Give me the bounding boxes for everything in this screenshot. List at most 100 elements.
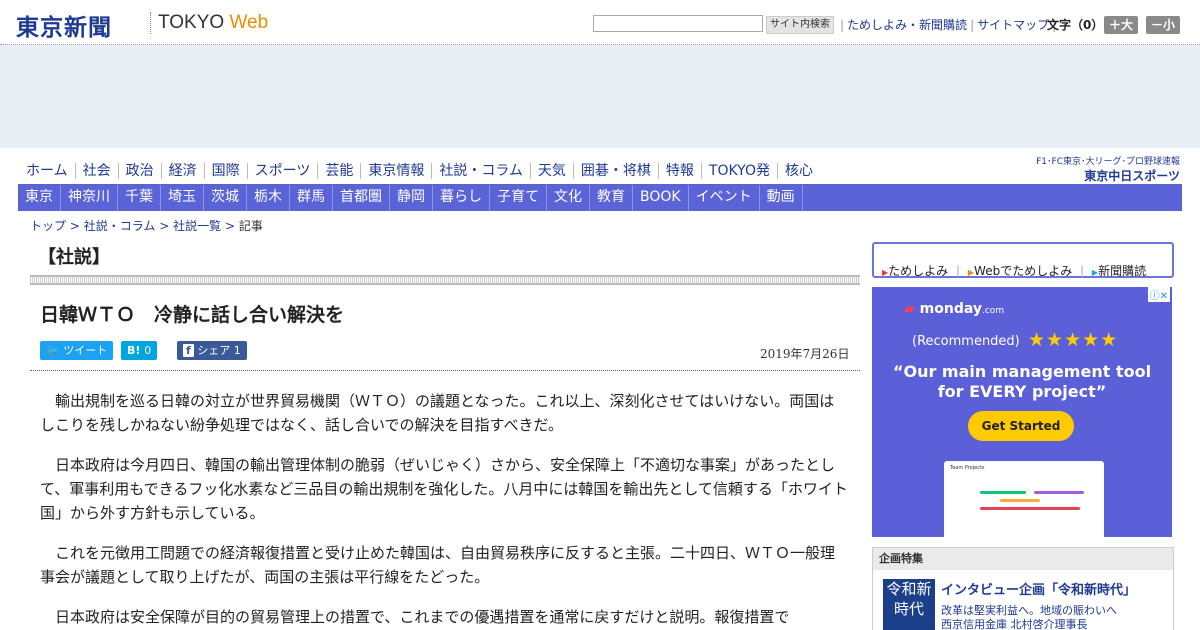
nav-item-shutoken[interactable]: 首都圏: [333, 185, 390, 211]
site-logo[interactable]: 東京新聞: [16, 8, 112, 42]
article-paragraph: 日本政府は安全保障が目的の貿易管理上の措置で、これまでの優遇措置を通常に戻すだけ…: [55, 608, 790, 626]
facebook-share-button[interactable]: f シェア 1: [177, 341, 247, 360]
newspaper-subscribe-link[interactable]: ▶新聞購読: [1092, 253, 1146, 279]
font-size-decrease-button[interactable]: －小: [1146, 16, 1181, 34]
article-paragraph: 日本政府は今月四日、韓国の輸出管理体制の脆弱（ぜいじゃく）さから、安全保障上「不…: [40, 456, 848, 522]
breadcrumb-editorial-list[interactable]: 社説一覧: [173, 219, 221, 233]
site-search-button[interactable]: サイト内検索: [766, 16, 834, 34]
trial-subscribe-link[interactable]: ためしよみ・新聞購読: [847, 18, 967, 32]
nav-item-gunma[interactable]: 群馬: [290, 185, 333, 211]
ad-brand-name: monday: [919, 301, 982, 317]
logo-web-text: Web: [229, 12, 269, 33]
facebook-share-count: 1: [233, 344, 241, 357]
ad-product-screenshot: Team Projects: [944, 461, 1104, 537]
breadcrumb-editorial-column[interactable]: 社説・コラム: [84, 219, 156, 233]
ad-brand-suffix: .com: [982, 306, 1005, 316]
nav-item-ibaraki[interactable]: 茨城: [204, 185, 247, 211]
tweet-button[interactable]: 🐦 ツイート: [40, 341, 114, 360]
site-header: 東京新聞 TOKYO Web サイト内検索 | ためしよみ・新聞購読 | サイトマップ…: [0, 0, 1200, 45]
logo-divider: [150, 12, 152, 34]
trial-read-link[interactable]: ▶ためしよみ: [882, 253, 948, 279]
nav-item-sports[interactable]: スポーツ: [246, 163, 318, 179]
primary-nav: ホーム 社会 政治 経済 国際 スポーツ 芸能 東京情報 社説・コラム 天気 囲碁・将棋 特報 TOKY…: [18, 160, 1018, 180]
special-feature-box: 企画特集 令和新時代 インタビュー企画「令和新時代」 改革は堅実利益へ。地域の賑…: [872, 547, 1174, 630]
special-feature-title[interactable]: インタビュー企画「令和新時代」: [941, 579, 1136, 598]
nav-item-living[interactable]: 暮らし: [433, 185, 490, 211]
nav-item-event[interactable]: イベント: [689, 185, 760, 211]
ad-get-started-button[interactable]: Get Started: [968, 411, 1074, 441]
nav-item-international[interactable]: 国際: [203, 163, 247, 179]
ad-brand-logo: ▰ monday.com: [904, 301, 1004, 317]
ad-quote: “Our main management tool for EVERY proj…: [892, 362, 1152, 401]
breadcrumb-separator: >: [159, 219, 170, 233]
article-body: 輸出規制を巡る日韓の対立が世界貿易機関（ＷＴＯ）の議題となった。これ以上、深刻化…: [40, 389, 848, 630]
font-size-label: 文字（0）: [1047, 18, 1104, 32]
nav-item-go-shogi[interactable]: 囲碁・将棋: [572, 163, 658, 179]
sitemap-link[interactable]: サイトマップ: [977, 18, 1049, 32]
util-divider: |: [840, 18, 845, 32]
reiwa-badge[interactable]: 令和新時代: [883, 579, 935, 630]
ad-gantt-bar: [980, 507, 1080, 510]
nav-item-home[interactable]: ホーム: [18, 163, 75, 179]
logo-tokyo-text: TOKYO: [158, 12, 225, 33]
web-trial-read-label: Webでためしよみ: [974, 264, 1073, 278]
subscribe-divider: |: [1080, 264, 1085, 278]
nav-item-tokyo-hatsu[interactable]: TOKYO発: [700, 163, 777, 179]
font-size-increase-button[interactable]: ＋大: [1104, 16, 1139, 34]
facebook-share-label: シェア: [197, 344, 231, 357]
breadcrumb-top[interactable]: トップ: [30, 219, 66, 233]
search-input[interactable]: [593, 15, 763, 32]
nav-item-shizuoka[interactable]: 静岡: [390, 185, 433, 211]
nav-item-chiba[interactable]: 千葉: [118, 185, 161, 211]
article-date: 2019年7月26日: [760, 347, 850, 361]
article-title: 日韓ＷＴＯ 冷静に話し合い解決を: [40, 304, 345, 326]
page: 東京新聞 TOKYO Web サイト内検索 | ためしよみ・新聞購読 | サイトマップ…: [0, 0, 1200, 630]
nav-item-education[interactable]: 教育: [590, 185, 633, 211]
nav-item-culture[interactable]: 文化: [547, 185, 590, 211]
nav-item-economy[interactable]: 経済: [160, 163, 204, 179]
hatena-bookmark-button[interactable]: B! 0: [121, 341, 158, 360]
tokyo-web-logo[interactable]: TOKYO Web: [158, 12, 268, 34]
special-feature-subtitle[interactable]: 改革は堅実利益へ。地域の賑わいへ 西京信用金庫 北村啓介理事長: [941, 604, 1117, 630]
ad-recommended-label: (Recommended): [912, 334, 1020, 349]
article-paragraph: 輸出規制を巡る日韓の対立が世界貿易機関（ＷＴＯ）の議題となった。これ以上、深刻化…: [40, 392, 835, 434]
nav-item-kanagawa[interactable]: 神奈川: [61, 185, 118, 211]
nav-item-parenting[interactable]: 子育て: [490, 185, 547, 211]
hatena-count: 0: [144, 344, 152, 357]
chuspo-tagline: F1･FC東京･大リーグ･プロ野球速報: [1036, 157, 1180, 167]
article-paragraph: これを元徴用工問題での経済報復措置と受け止めた韓国は、自由貿易秩序に反すると主張…: [40, 544, 836, 586]
subscribe-links-box: ▶ためしよみ | ▶Webでためしよみ | ▶新聞購読: [872, 242, 1174, 278]
special-feature-header: 企画特集: [873, 548, 1173, 570]
nav-item-tokyo-info[interactable]: 東京情報: [360, 163, 432, 179]
nav-item-society[interactable]: 社会: [74, 163, 118, 179]
facebook-icon: f: [183, 344, 194, 357]
breadcrumb: トップ > 社説・コラム > 社説一覧 > 記事: [30, 217, 263, 234]
util-divider: |: [970, 18, 975, 32]
article-divider: [30, 370, 860, 371]
section-divider: [30, 275, 860, 285]
nav-item-entertainment[interactable]: 芸能: [317, 163, 361, 179]
nav-item-book[interactable]: BOOK: [633, 185, 689, 211]
utility-links: | ためしよみ・新聞購読 | サイトマップ |: [837, 16, 1059, 33]
special-feature-subtitle-line: 西京信用金庫 北村啓介理事長: [941, 618, 1088, 630]
ad-gantt-bar: [1034, 491, 1084, 494]
nav-item-editorial-column[interactable]: 社説・コラム: [431, 163, 530, 179]
monday-logo-icon: ▰: [904, 301, 915, 317]
web-trial-read-link[interactable]: ▶Webでためしよみ: [968, 253, 1072, 279]
chunichi-sports-link[interactable]: F1･FC東京･大リーグ･プロ野球速報 東京中日スポーツ: [1025, 154, 1180, 183]
nav-item-weather[interactable]: 天気: [529, 163, 573, 179]
special-feature-subtitle-line: 改革は堅実利益へ。地域の賑わいへ: [941, 604, 1117, 617]
nav-item-saitama[interactable]: 埼玉: [161, 185, 204, 211]
nav-item-kakushin[interactable]: 核心: [776, 163, 820, 179]
nav-item-video[interactable]: 動画: [760, 185, 803, 211]
trial-read-label: ためしよみ: [888, 264, 949, 278]
section-title: 【社説】: [38, 247, 110, 268]
nav-item-politics[interactable]: 政治: [117, 163, 161, 179]
sidebar-ad[interactable]: ⓘ✕ ▰ monday.com (Recommended) ★★★★★ “Our…: [872, 287, 1172, 537]
nav-item-tochigi[interactable]: 栃木: [247, 185, 290, 211]
ad-star-rating-icon: ★★★★★: [1028, 329, 1119, 351]
nav-item-tokyo[interactable]: 東京: [18, 185, 61, 211]
tweet-label: ツイート: [63, 344, 108, 357]
ad-choices-icon[interactable]: ⓘ✕: [1147, 287, 1170, 302]
nav-item-tokuho[interactable]: 特報: [657, 163, 701, 179]
